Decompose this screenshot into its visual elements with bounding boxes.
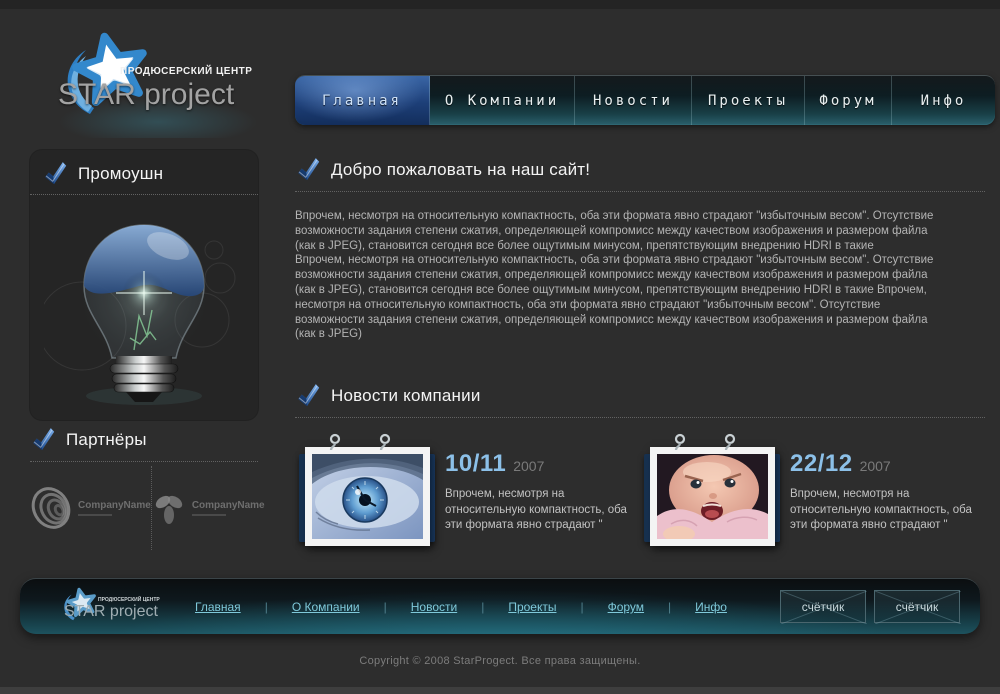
lightbulb-image bbox=[44, 198, 244, 410]
check-icon bbox=[30, 428, 56, 452]
logo-title: STAR project bbox=[58, 78, 234, 112]
footer-separator: | bbox=[556, 600, 607, 614]
clip-icon bbox=[327, 433, 343, 453]
footer-separator: | bbox=[644, 600, 695, 614]
bottom-strip bbox=[0, 687, 1000, 694]
nav-item-info[interactable]: Инфо bbox=[892, 76, 995, 125]
news-date: 10/11 bbox=[445, 450, 506, 477]
footer-link-news[interactable]: Новости bbox=[411, 600, 457, 614]
footer-separator: | bbox=[457, 600, 508, 614]
nav-item-company[interactable]: О Компании bbox=[430, 76, 575, 125]
news-list: 10/11 2007 Впрочем, несмотря на относител… bbox=[295, 438, 985, 558]
nav-item-home[interactable]: Главная bbox=[295, 76, 430, 125]
partner-name: CompanyName bbox=[192, 500, 265, 516]
news-text-block: 22/12 2007 Впрочем, несмотря на относител… bbox=[790, 450, 978, 534]
welcome-heading: Добро пожаловать на наш сайт! bbox=[295, 158, 985, 192]
news-date: 22/12 bbox=[790, 450, 853, 477]
footer-logo[interactable]: ПРОДЮСЕРСКИЙ ЦЕНТР STAR project bbox=[50, 583, 200, 631]
welcome-section: Добро пожаловать на наш сайт! Впрочем, н… bbox=[295, 158, 985, 342]
news-excerpt: Впрочем, несмотря на относительную компа… bbox=[790, 487, 978, 534]
footer-link-home[interactable]: Главная bbox=[195, 600, 241, 614]
main-nav: Главная О Компании Новости Проекты Форум… bbox=[295, 75, 995, 125]
counter-badge-2[interactable]: счётчик bbox=[874, 590, 960, 623]
footer-link-forum[interactable]: Форум bbox=[608, 600, 644, 614]
footer-nav: Главная | О Компании | Новости | Проекты… bbox=[195, 579, 727, 635]
nav-item-projects[interactable]: Проекты bbox=[692, 76, 805, 125]
news-year: 2007 bbox=[513, 458, 544, 474]
footer-separator: | bbox=[241, 600, 292, 614]
news-title: Новости компании bbox=[331, 386, 481, 406]
welcome-title: Добро пожаловать на наш сайт! bbox=[331, 160, 590, 180]
news-heading: Новости компании bbox=[295, 384, 985, 418]
logo-tagline: ПРОДЮСЕРСКИЙ ЦЕНТР bbox=[120, 66, 252, 77]
news-photo-eye[interactable] bbox=[305, 447, 430, 546]
clip-icon bbox=[722, 433, 738, 453]
footer-link-info[interactable]: Инфо bbox=[695, 600, 727, 614]
counter-label: счётчик bbox=[896, 600, 939, 614]
counter-badge-1[interactable]: счётчик bbox=[780, 590, 866, 623]
news-year: 2007 bbox=[860, 458, 891, 474]
footer-link-projects[interactable]: Проекты bbox=[508, 600, 556, 614]
news-item-1: 10/11 2007 Впрочем, несмотря на относител… bbox=[295, 438, 640, 558]
site-logo[interactable]: ПРОДЮСЕРСКИЙ ЦЕНТР STAR project bbox=[48, 28, 263, 128]
counter-label: счётчик bbox=[802, 600, 845, 614]
partners-list: CompanyName CompanyName bbox=[30, 466, 258, 550]
top-strip bbox=[0, 0, 1000, 9]
partner-name: CompanyName bbox=[78, 500, 151, 516]
promo-heading: Промоушн bbox=[30, 150, 258, 195]
partner-slogan-bar bbox=[78, 514, 112, 516]
news-photo-baby[interactable] bbox=[650, 447, 775, 546]
footer-logo-title: STAR project bbox=[64, 603, 158, 621]
partner-logo-2[interactable]: CompanyName bbox=[151, 466, 265, 550]
swirl-logo-icon bbox=[30, 485, 72, 531]
partner-slogan-bar bbox=[192, 514, 226, 516]
promo-title: Промоушн bbox=[78, 164, 163, 184]
partner-logo-1[interactable]: CompanyName bbox=[30, 466, 151, 550]
clip-icon bbox=[672, 433, 688, 453]
footer-separator: | bbox=[360, 600, 411, 614]
check-icon bbox=[42, 162, 68, 186]
footer-link-company[interactable]: О Компании bbox=[292, 600, 360, 614]
news-item-2: 22/12 2007 Впрочем, несмотря на относител… bbox=[640, 438, 985, 558]
promo-panel[interactable]: Промоушн bbox=[30, 150, 258, 420]
nav-item-news[interactable]: Новости bbox=[575, 76, 692, 125]
welcome-paragraph: Впрочем, несмотря на относительную компа… bbox=[295, 209, 943, 253]
copyright-text: Copyright © 2008 StarProgect. Все права … bbox=[0, 655, 1000, 667]
news-excerpt: Впрочем, несмотря на относительную компа… bbox=[445, 487, 633, 534]
partners-heading: Партнёры bbox=[30, 428, 258, 462]
leaf-logo-icon bbox=[152, 489, 186, 527]
check-icon bbox=[295, 384, 321, 408]
news-text-block: 10/11 2007 Впрочем, несмотря на относител… bbox=[445, 450, 633, 534]
nav-item-forum[interactable]: Форум bbox=[805, 76, 892, 125]
welcome-paragraph: Впрочем, несмотря на относительную компа… bbox=[295, 253, 943, 342]
partners-title: Партнёры bbox=[66, 430, 147, 450]
clip-icon bbox=[377, 433, 393, 453]
page: ПРОДЮСЕРСКИЙ ЦЕНТР STAR project Главная … bbox=[0, 0, 1000, 694]
footer: ПРОДЮСЕРСКИЙ ЦЕНТР STAR project Главная … bbox=[20, 578, 980, 634]
check-icon bbox=[295, 158, 321, 182]
